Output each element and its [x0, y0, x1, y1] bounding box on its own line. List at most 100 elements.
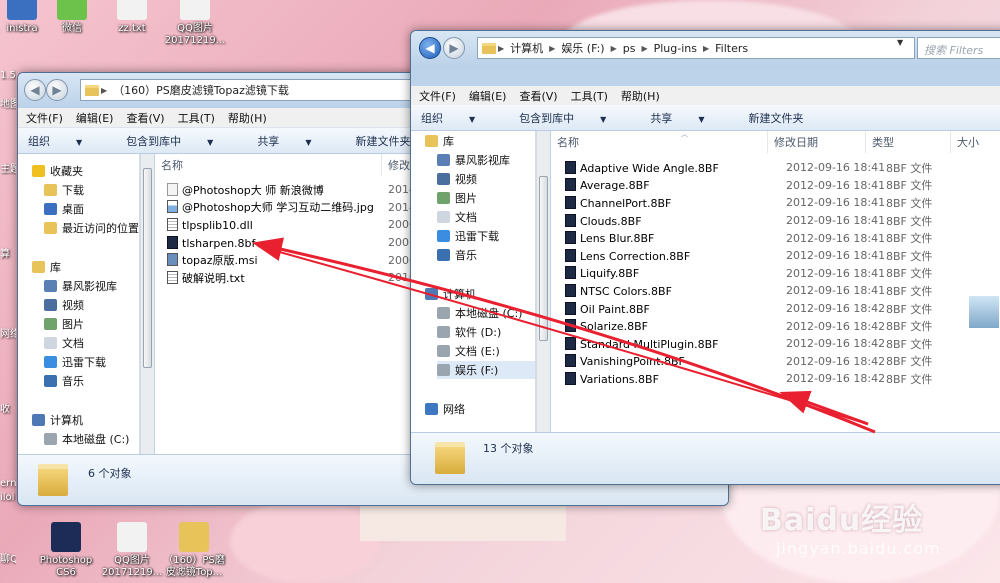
nav-item[interactable]: 计算机: [32, 411, 83, 429]
file-row[interactable]: ChannelPort.8BF 2012-09-16 18:41 8BF 文件: [551, 194, 1000, 212]
toolbar-button[interactable]: 共享 ▼: [650, 110, 726, 126]
file-row[interactable]: Average.8BF 2012-09-16 18:41 8BF 文件: [551, 177, 1000, 195]
file-row[interactable]: Solarize.8BF 2012-09-16 18:42 8BF 文件: [551, 317, 1000, 335]
nav-item[interactable]: 文档: [437, 208, 477, 226]
desktop-edge-label[interactable]: ern: [0, 478, 16, 489]
breadcrumb-item[interactable]: Plug-ins: [650, 42, 701, 55]
nav-item[interactable]: 娱乐 (F:): [437, 361, 535, 379]
nav-item[interactable]: 网络: [425, 400, 465, 418]
file-row[interactable]: Oil Paint.8BF 2012-09-16 18:42 8BF 文件: [551, 300, 1000, 318]
file-row[interactable]: Lens Blur.8BF 2012-09-16 18:41 8BF 文件: [551, 229, 1000, 247]
nav-item[interactable]: 视频: [44, 296, 84, 314]
desktop-icon[interactable]: 微信: [40, 0, 104, 35]
nav-item[interactable]: 暴风影视库: [437, 151, 510, 169]
nav-scrollbar[interactable]: [536, 131, 550, 434]
navigation-pane[interactable]: 收藏夹 下载 桌面 最近访问的位置库暴风影视库 视频 图片 文档 迅雷下载 音乐计算机 本地磁盘 …: [18, 154, 140, 456]
nav-item[interactable]: 文档 (E:): [437, 342, 500, 360]
nav-item[interactable]: 收藏夹: [32, 162, 83, 180]
forward-button[interactable]: ▶: [46, 79, 68, 101]
menu-item[interactable]: 查看(V): [519, 88, 557, 104]
file-list[interactable]: 名称 修改日期 类型 大小 ︿ Adaptive Wide Angle.8BF 2012-0…: [551, 131, 1000, 434]
menu-item[interactable]: 文件(F): [419, 88, 456, 104]
navigation-pane[interactable]: 库暴风影视库 视频 图片 文档 迅雷下载 音乐 计算机 本地磁盘 (C:) 软件 (D:) 文档 …: [411, 131, 536, 434]
column-header-name[interactable]: 名称: [155, 154, 382, 176]
chevron-right-icon[interactable]: ▶: [639, 44, 649, 53]
chevron-right-icon[interactable]: ▶: [701, 44, 711, 53]
desktop-icon[interactable]: （160）PS磨 皮滤镜Top...: [162, 522, 226, 579]
file-row[interactable]: Clouds.8BF 2012-09-16 18:41 8BF 文件: [551, 212, 1000, 230]
explorer-window-filters[interactable]: ◀ ▶ ▶计算机▶娱乐 (F:)▶ps▶Plug-ins▶Filters ▼ ⟳…: [410, 30, 1000, 485]
file-row[interactable]: VanishingPoint.8BF 2012-09-16 18:42 8BF 文件: [551, 353, 1000, 371]
toolbar-button[interactable]: 包含到库中 ▼: [519, 110, 628, 126]
scrollbar-thumb[interactable]: [143, 168, 152, 368]
breadcrumb-item[interactable]: 计算机: [506, 40, 547, 56]
chevron-right-icon[interactable]: ▶: [547, 44, 557, 53]
menu-item[interactable]: 编辑(E): [76, 110, 114, 126]
desktop-icon[interactable]: QQ图片 20171219...: [100, 522, 164, 579]
menu-item[interactable]: 帮助(H): [621, 88, 660, 104]
breadcrumb-item[interactable]: 娱乐 (F:): [557, 40, 608, 56]
breadcrumb-item[interactable]: Filters: [711, 42, 752, 55]
nav-item[interactable]: 库: [32, 258, 61, 276]
column-header[interactable]: 修改日期: [768, 131, 866, 153]
nav-item[interactable]: 迅雷下载: [437, 227, 499, 245]
column-header[interactable]: 类型: [866, 131, 951, 153]
address-bar[interactable]: ▶ 计算机 ▶ 娱乐 (F:) ▶ ps ▶ Plug-ins ▶ Filters: [477, 37, 915, 59]
desktop-edge-label[interactable]: 算: [0, 245, 16, 260]
file-row[interactable]: Adaptive Wide Angle.8BF 2012-09-16 18:41 8…: [551, 159, 1000, 177]
chevron-down-icon[interactable]: ▼: [897, 38, 903, 47]
column-header[interactable]: 名称: [551, 131, 768, 153]
desktop-icon[interactable]: zz.txt: [100, 0, 164, 35]
menu-item[interactable]: 帮助(H): [228, 110, 267, 126]
nav-item[interactable]: 文档: [44, 334, 84, 352]
toolbar-button[interactable]: 新建文件夹: [748, 110, 825, 126]
desktop-edge-label[interactable]: 1.53: [0, 70, 16, 81]
nav-item[interactable]: 音乐: [437, 246, 477, 264]
chevron-right-icon[interactable]: ▶: [496, 44, 506, 53]
toolbar-button[interactable]: 组织 ▼: [421, 110, 497, 126]
nav-item[interactable]: 最近访问的位置: [44, 219, 139, 237]
nav-item[interactable]: 下载: [44, 181, 84, 199]
chevron-right-icon[interactable]: ▶: [609, 44, 619, 53]
column-header[interactable]: 大小: [951, 131, 1000, 153]
file-row[interactable]: Variations.8BF 2012-09-16 18:42 8BF 文件: [551, 370, 1000, 388]
nav-item[interactable]: 桌面: [44, 200, 84, 218]
file-row[interactable]: Liquify.8BF 2012-09-16 18:41 8BF 文件: [551, 265, 1000, 283]
nav-item[interactable]: 图片: [437, 189, 477, 207]
desktop-edge-label[interactable]: 聊QQ: [0, 550, 16, 565]
file-row[interactable]: Standard MultiPlugin.8BF 2012-09-16 18:42…: [551, 335, 1000, 353]
menu-item[interactable]: 编辑(E): [469, 88, 507, 104]
forward-button[interactable]: ▶: [443, 37, 465, 59]
desktop-icon[interactable]: Photoshop CS6: [34, 522, 98, 579]
toolbar-button[interactable]: 共享 ▼: [257, 133, 333, 149]
menu-item[interactable]: 工具(T): [178, 110, 215, 126]
nav-item[interactable]: 本地磁盘 (C:): [44, 430, 129, 448]
breadcrumb-item[interactable]: （160）PS磨皮滤镜Topaz滤镜下载: [109, 82, 293, 98]
back-button[interactable]: ◀: [24, 79, 46, 101]
nav-item[interactable]: 暴风影视库: [44, 277, 117, 295]
menu-item[interactable]: 查看(V): [126, 110, 164, 126]
desktop-edge-label[interactable]: iloi: [0, 492, 16, 503]
nav-item[interactable]: 软件 (D:): [437, 323, 501, 341]
nav-item[interactable]: 视频: [437, 170, 477, 188]
toolbar-button[interactable]: 包含到库中 ▼: [126, 133, 235, 149]
desktop-edge-label[interactable]: 网络: [0, 325, 16, 340]
nav-item[interactable]: 本地磁盘 (C:): [437, 304, 522, 322]
nav-item[interactable]: 迅雷下载: [44, 353, 106, 371]
desktop-icon[interactable]: QQ图片 20171219...: [163, 0, 227, 47]
desktop-edge-label[interactable]: 收: [0, 400, 16, 415]
toolbar-button[interactable]: 组织 ▼: [28, 133, 104, 149]
file-row[interactable]: NTSC Colors.8BF 2012-09-16 18:41 8BF 文件: [551, 282, 1000, 300]
nav-item[interactable]: 音乐: [44, 372, 84, 390]
file-row[interactable]: Lens Correction.8BF 2012-09-16 18:41 8BF 文…: [551, 247, 1000, 265]
search-input[interactable]: 搜索 Filters: [917, 37, 1000, 59]
back-button[interactable]: ◀: [419, 37, 441, 59]
desktop-edge-label[interactable]: 主题: [0, 160, 16, 175]
nav-scrollbar[interactable]: [140, 154, 154, 456]
scrollbar-thumb[interactable]: [539, 176, 548, 341]
desktop-edge-label[interactable]: 地图: [0, 95, 16, 110]
nav-item[interactable]: 计算机: [425, 285, 476, 303]
nav-item[interactable]: 图片: [44, 315, 84, 333]
menu-item[interactable]: 工具(T): [571, 88, 608, 104]
breadcrumb-item[interactable]: ps: [619, 42, 640, 55]
